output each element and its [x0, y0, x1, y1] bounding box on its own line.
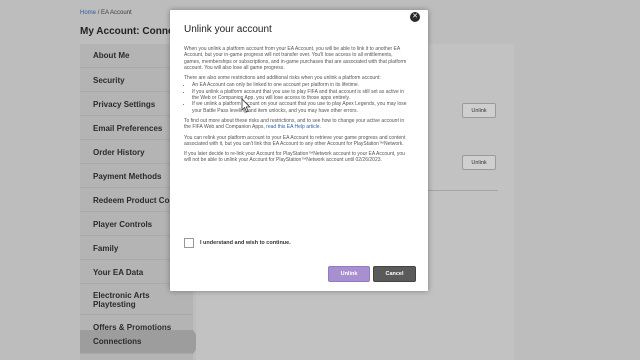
modal-paragraph: There are also some restrictions and add… [184, 75, 381, 82]
sidebar-item-label: Player Controls [93, 219, 153, 229]
sidebar-item-label: Payment Methods [93, 171, 162, 181]
close-icon[interactable]: ✕ [410, 12, 420, 22]
ea-help-article-link[interactable]: read this EA Help article. [266, 124, 321, 130]
sidebar-item-label: Privacy Settings [93, 99, 156, 109]
sidebar-item-label: Connections [93, 337, 142, 346]
sidebar-item-label: Redeem Product Co [93, 195, 170, 205]
page-title: My Account: Connec [80, 26, 180, 37]
list-item: If you unlink a platform account that yo… [192, 89, 408, 102]
modal-body: When you unlink a platform account from … [184, 46, 408, 168]
breadcrumb-home-link[interactable]: Home [80, 10, 96, 16]
sidebar-item-label: Security [93, 75, 125, 85]
sidebar-item-label: Family [93, 243, 119, 253]
modal-title: Unlink your account [184, 24, 272, 35]
sidebar-item-label: Electronic Arts Playtesting [93, 290, 150, 309]
consent-row: I understand and wish to continue. [184, 238, 291, 248]
sidebar-item-label: Order History [93, 147, 145, 157]
sidebar-item-label: About Me [93, 51, 130, 60]
unlink-button[interactable]: Unlink [328, 266, 370, 282]
background-unlink-button[interactable]: Unlink [462, 155, 496, 170]
background-unlink-button[interactable]: Unlink [462, 103, 496, 118]
divider [428, 190, 498, 191]
unlink-account-modal: Unlink your account ✕ When you unlink a … [170, 10, 428, 291]
restrictions-list: An EA Account can only be linked to one … [184, 82, 408, 113]
modal-paragraph: You can relink your platform account to … [184, 134, 406, 147]
breadcrumb: Home / EA Account [80, 10, 132, 16]
sidebar-item-label: Your EA Data [93, 267, 144, 277]
sidebar-item-connections[interactable]: Connections [80, 330, 201, 354]
mouse-cursor-icon [241, 98, 251, 118]
cancel-button[interactable]: Cancel [373, 266, 416, 282]
modal-paragraph: When you unlink a platform account from … [184, 46, 407, 71]
modal-paragraph: To find out more about these risks and r… [184, 118, 408, 131]
consent-label[interactable]: I understand and wish to continue. [200, 240, 291, 246]
list-item: If we unlink a platform account on your … [192, 101, 408, 114]
breadcrumb-current: EA Account [101, 10, 132, 16]
breadcrumb-separator: / [97, 10, 100, 16]
sidebar-item-label: Email Preferences [93, 123, 163, 133]
modal-paragraph: If you later decide to re-link your Acco… [184, 151, 405, 164]
consent-checkbox[interactable] [184, 238, 194, 248]
